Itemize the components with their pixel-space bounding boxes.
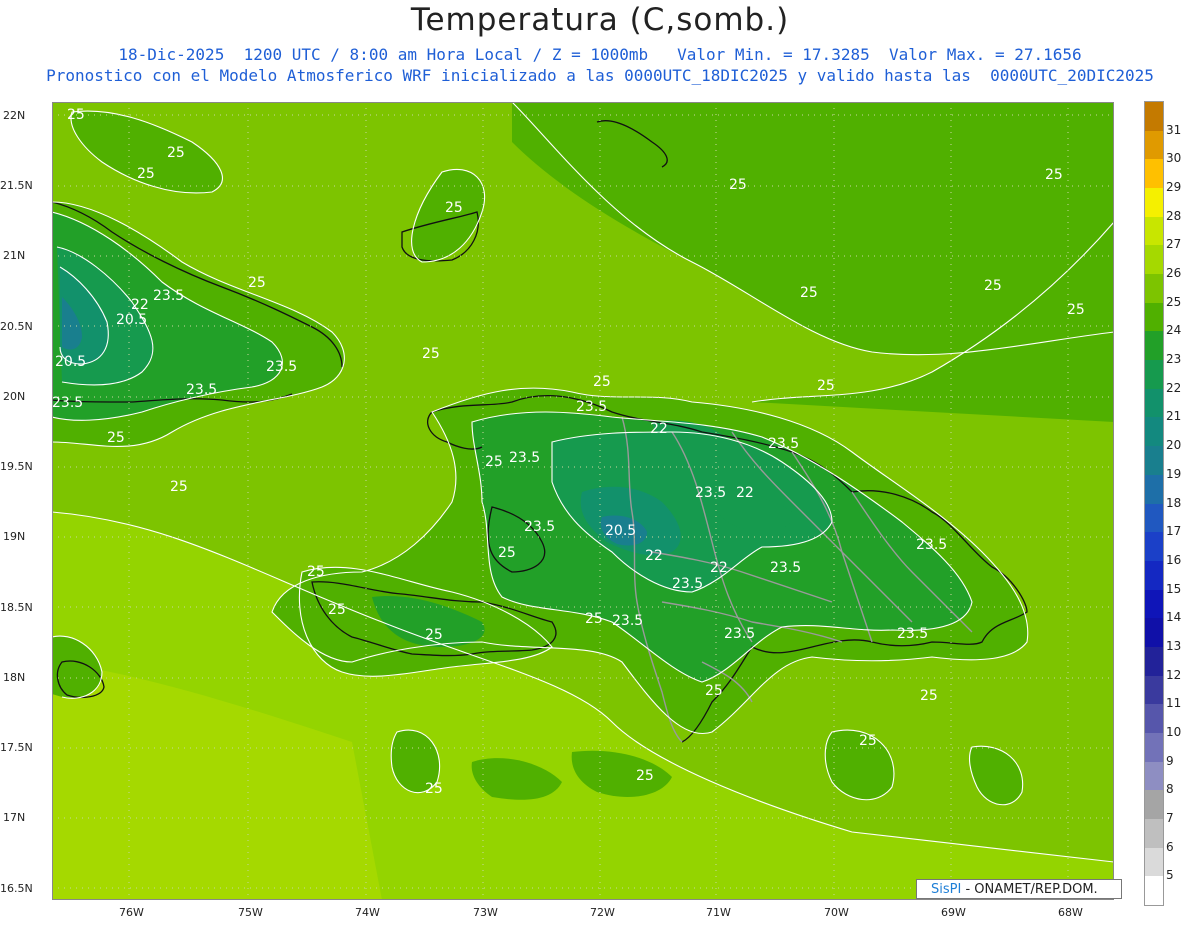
- lat-label: 19.5N: [0, 460, 33, 473]
- colorbar-level-label: 9: [1166, 753, 1174, 768]
- color-legend-bar: [1144, 101, 1164, 906]
- colorbar-level-label: 18: [1166, 495, 1182, 510]
- colorbar-segment: [1145, 646, 1163, 676]
- colorbar-segment: [1145, 876, 1163, 906]
- lon-label: 75W: [238, 906, 263, 919]
- colorbar-level-label: 28: [1166, 208, 1182, 223]
- colorbar-segment: [1145, 675, 1163, 705]
- temperature-map: 25 25 25 25 25 23.5 22 20.5 20.5 23.5 25…: [52, 102, 1114, 900]
- lat-label: 16.5N: [0, 882, 33, 895]
- lat-label: 17N: [3, 811, 26, 824]
- colorbar-level-label: 27: [1166, 237, 1182, 252]
- colorbar-segment: [1145, 589, 1163, 619]
- model-description-line: Pronostico con el Modelo Atmosferico WRF…: [46, 66, 1154, 85]
- colorbar-level-label: 22: [1166, 380, 1182, 395]
- colorbar-level-label: 6: [1166, 839, 1174, 854]
- colorbar-segment: [1145, 216, 1163, 246]
- colorbar-level-label: 20: [1166, 438, 1182, 453]
- colorbar-level-label: 31: [1166, 122, 1182, 137]
- lat-label: 19N: [3, 530, 26, 543]
- lat-label: 21.5N: [0, 179, 33, 192]
- colorbar-level-label: 26: [1166, 266, 1182, 281]
- colorbar-level-label: 30: [1166, 151, 1182, 166]
- colorbar-level-label: 8: [1166, 782, 1174, 797]
- colorbar-segment: [1145, 847, 1163, 877]
- lat-label: 18.5N: [0, 601, 33, 614]
- colorbar-segment: [1145, 188, 1163, 218]
- valid-time-line: 18-Dic-2025 1200 UTC / 8:00 am Hora Loca…: [118, 45, 1082, 64]
- lon-label: 70W: [824, 906, 849, 919]
- colorbar-segment: [1145, 732, 1163, 762]
- colorbar-segment: [1145, 790, 1163, 820]
- colorbar-level-label: 25: [1166, 294, 1182, 309]
- lat-label: 20N: [3, 390, 26, 403]
- colorbar-segment: [1145, 331, 1163, 361]
- colorbar-segment: [1145, 274, 1163, 304]
- colorbar-level-label: 19: [1166, 466, 1182, 481]
- map-title: Temperatura (C,somb.): [410, 2, 790, 38]
- lat-label: 21N: [3, 249, 26, 262]
- colorbar-segment: [1145, 761, 1163, 791]
- colorbar-segment: [1145, 388, 1163, 418]
- colorbar-level-label: 12: [1166, 667, 1182, 682]
- lat-label: 22N: [3, 109, 26, 122]
- colorbar-segment: [1145, 159, 1163, 189]
- lon-label: 72W: [590, 906, 615, 919]
- colorbar-segment: [1145, 474, 1163, 504]
- colorbar-level-label: 21: [1166, 409, 1182, 424]
- colorbar-level-label: 14: [1166, 610, 1182, 625]
- colorbar-level-label: 5: [1166, 868, 1174, 883]
- colorbar-level-label: 11: [1166, 696, 1182, 711]
- lat-label: 17.5N: [0, 741, 33, 754]
- lon-label: 73W: [473, 906, 498, 919]
- colorbar-level-label: 23: [1166, 352, 1182, 367]
- colorbar-segment: [1145, 618, 1163, 648]
- sispi-logo-text: SisPI: [931, 882, 962, 897]
- colorbar-segment: [1145, 130, 1163, 160]
- colorbar-level-label: 29: [1166, 180, 1182, 195]
- lon-label: 74W: [355, 906, 380, 919]
- colorbar-segment: [1145, 818, 1163, 848]
- colorbar-segment: [1145, 532, 1163, 562]
- credit-box: SisPI - ONAMET/REP.DOM.: [916, 879, 1122, 899]
- lon-label: 71W: [706, 906, 731, 919]
- colorbar-segment: [1145, 245, 1163, 275]
- colorbar-level-label: 24: [1166, 323, 1182, 338]
- colorbar-level-label: 10: [1166, 724, 1182, 739]
- colorbar-segment: [1145, 302, 1163, 332]
- credit-text: - ONAMET/REP.DOM.: [965, 882, 1098, 897]
- lon-label: 69W: [941, 906, 966, 919]
- colorbar-segment: [1145, 704, 1163, 734]
- colorbar-level-label: 7: [1166, 810, 1174, 825]
- lat-label: 18N: [3, 671, 26, 684]
- colorbar-segment: [1145, 102, 1163, 131]
- colorbar-level-label: 17: [1166, 524, 1182, 539]
- lat-label: 20.5N: [0, 320, 33, 333]
- lon-label: 76W: [119, 906, 144, 919]
- map-frame: [52, 102, 1114, 900]
- colorbar-level-label: 16: [1166, 552, 1182, 567]
- colorbar-level-label: 13: [1166, 638, 1182, 653]
- colorbar-segment: [1145, 446, 1163, 476]
- lon-label: 68W: [1058, 906, 1083, 919]
- colorbar-segment: [1145, 560, 1163, 590]
- colorbar-segment: [1145, 503, 1163, 533]
- colorbar-level-label: 15: [1166, 581, 1182, 596]
- colorbar-segment: [1145, 417, 1163, 447]
- colorbar-segment: [1145, 360, 1163, 390]
